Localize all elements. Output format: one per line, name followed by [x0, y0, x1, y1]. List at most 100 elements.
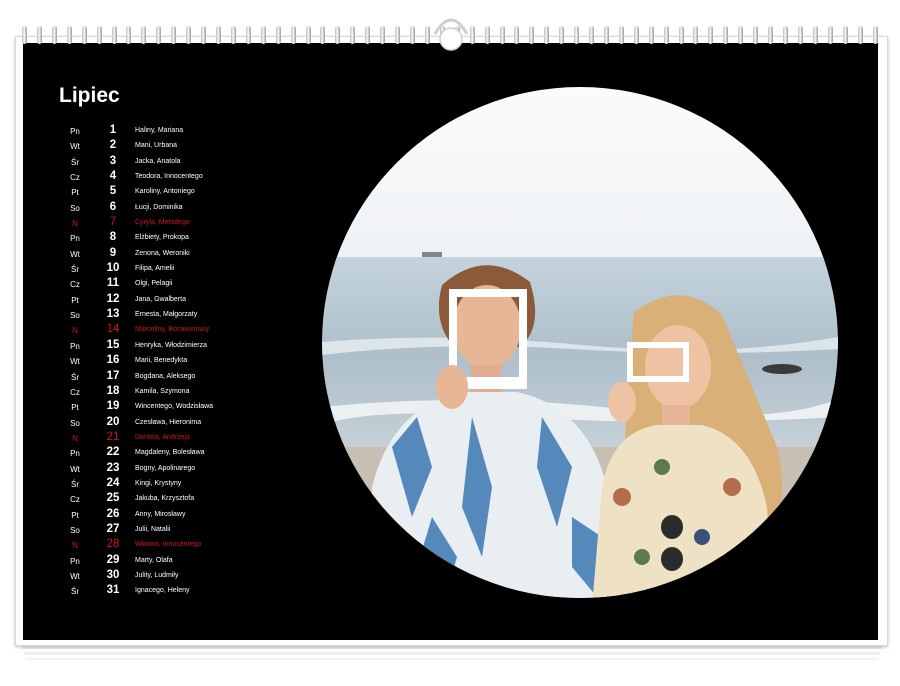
binding-coil	[574, 26, 580, 44]
name-day-text: Haliny, Mariana	[135, 127, 184, 134]
day-list: Pn 1 Haliny, Mariana Wt 2 Mani, Urbana Śr 3 Jack…	[56, 124, 276, 600]
day-row: Cz 4 Teodora, Innocentego	[56, 170, 276, 185]
day-number: 29	[106, 553, 120, 566]
name-day-text: Marceliny, Bonawentury	[135, 326, 210, 334]
day-number: 6	[109, 200, 117, 213]
binding-coil	[812, 26, 818, 44]
day-row: Pn 15 Henryka, Włodzimierza	[56, 339, 276, 354]
name-day-text: Bogdana, Aleksego	[135, 372, 196, 380]
name-day-text: Ernesta, Małgorzaty	[135, 311, 198, 319]
weekday-label: Cz	[70, 173, 80, 183]
day-row: Cz 25 Jakuba, Krzysztofa	[56, 492, 276, 507]
binding-coil	[96, 26, 102, 44]
binding-coil	[753, 26, 759, 44]
page-stack-edge	[26, 658, 878, 660]
binding-coil	[51, 26, 57, 44]
day-number: 31	[106, 584, 120, 597]
binding-coil	[201, 26, 207, 44]
day-row: Wt 23 Bogny, Apolinarego	[56, 462, 276, 477]
day-row: Wt 16 Marii, Benedykta	[56, 354, 276, 369]
binding-coil	[186, 26, 192, 44]
photo-circle	[322, 87, 838, 598]
weekday-label: N	[72, 541, 78, 551]
day-number: 25	[106, 492, 120, 505]
binding-coil	[827, 26, 833, 44]
weekday-label: Wt	[70, 142, 80, 152]
name-day-text: Ignacego, Heleny	[135, 587, 190, 595]
binding-coil	[529, 26, 535, 44]
name-day-text: Marii, Benedykta	[135, 357, 188, 365]
binding-coil	[693, 26, 699, 44]
binding-coil	[350, 26, 356, 44]
name-day-text: Elżbiety, Prokopa	[135, 234, 189, 242]
day-row: N 28 Wiktora, Innocentego	[56, 538, 276, 553]
day-number: 20	[106, 415, 120, 428]
binding-coil	[171, 26, 177, 44]
weekday-label: Śr	[71, 157, 79, 167]
day-row: Cz 18 Kamila, Szymona	[56, 385, 276, 400]
weekday-label: Pn	[70, 556, 80, 566]
weekday-label: Wt	[70, 571, 80, 581]
binding-coil	[380, 26, 386, 44]
name-day-text: Zenona, Weroniki	[135, 249, 190, 257]
weekday-label: Wt	[70, 464, 80, 474]
binding-coil	[126, 26, 132, 44]
name-day-text: Mani, Urbana	[135, 142, 178, 150]
binding-coil	[603, 26, 609, 44]
day-number: 23	[106, 461, 120, 474]
binding-coil	[618, 26, 624, 44]
beach-photo-two-women-icon	[322, 87, 838, 598]
weekday-label: So	[70, 418, 80, 428]
day-row: Śr 10 Filipa, Amelii	[56, 262, 276, 277]
day-number: 30	[106, 568, 120, 581]
weekday-label: Pt	[71, 188, 79, 198]
day-number: 27	[106, 522, 120, 535]
day-row: Cz 11 Olgi, Pelagii	[56, 277, 276, 292]
binding-coil	[395, 26, 401, 44]
day-row: So 20 Czesława, Hieronima	[56, 416, 276, 431]
day-number: 17	[106, 369, 120, 382]
day-number: 11	[106, 277, 120, 290]
weekday-label: Wt	[70, 249, 80, 259]
binding-coil	[589, 26, 595, 44]
day-row: So 6 Łucji, Dominika	[56, 201, 276, 216]
binding-coil	[66, 26, 72, 44]
name-day-text: Łucji, Dominika	[135, 203, 183, 211]
day-row: Wt 2 Mani, Urbana	[56, 139, 276, 154]
page-stack-edge	[24, 652, 880, 655]
day-number: 22	[106, 446, 120, 459]
day-number: 19	[106, 400, 120, 413]
binding-coil	[365, 26, 371, 44]
name-day-text: Olgi, Pelagii	[135, 280, 173, 288]
day-row: Wt 9 Zenona, Weroniki	[56, 247, 276, 262]
day-row: Pt 26 Anny, Mirosławy	[56, 508, 276, 523]
name-day-text: Daniela, Andrzeja	[135, 433, 190, 441]
day-row: Pn 8 Elżbiety, Prokopa	[56, 231, 276, 246]
binding-coil	[335, 26, 341, 44]
day-row: Pt 12 Jana, Gwalberta	[56, 293, 276, 308]
day-row: N 14 Marceliny, Bonawentury	[56, 323, 276, 338]
day-number: 13	[106, 308, 120, 321]
day-row: So 27 Julii, Natalii	[56, 523, 276, 538]
weekday-label: Wt	[70, 357, 80, 367]
binding-coil	[36, 26, 42, 44]
binding-coil	[648, 26, 654, 44]
weekday-label: Śr	[71, 587, 79, 597]
binding-coil	[484, 26, 490, 44]
weekday-label: Pn	[70, 341, 80, 351]
weekday-label: Pt	[71, 295, 79, 305]
binding-coil	[245, 26, 251, 44]
day-number: 10	[106, 262, 120, 275]
day-row: Wt 30 Julity, Ludmiły	[56, 569, 276, 584]
day-number: 4	[109, 170, 117, 183]
name-day-text: Jakuba, Krzysztofa	[135, 495, 195, 503]
binding-coil	[424, 26, 430, 44]
day-number: 3	[109, 154, 117, 167]
binding-coil	[469, 26, 475, 44]
binding-coil	[141, 26, 147, 44]
day-number: 24	[106, 476, 120, 489]
day-row: Pt 19 Wincentego, Wodzisława	[56, 400, 276, 415]
binding-coil	[290, 26, 296, 44]
day-number: 21	[106, 430, 120, 443]
binding-coil	[872, 26, 878, 44]
